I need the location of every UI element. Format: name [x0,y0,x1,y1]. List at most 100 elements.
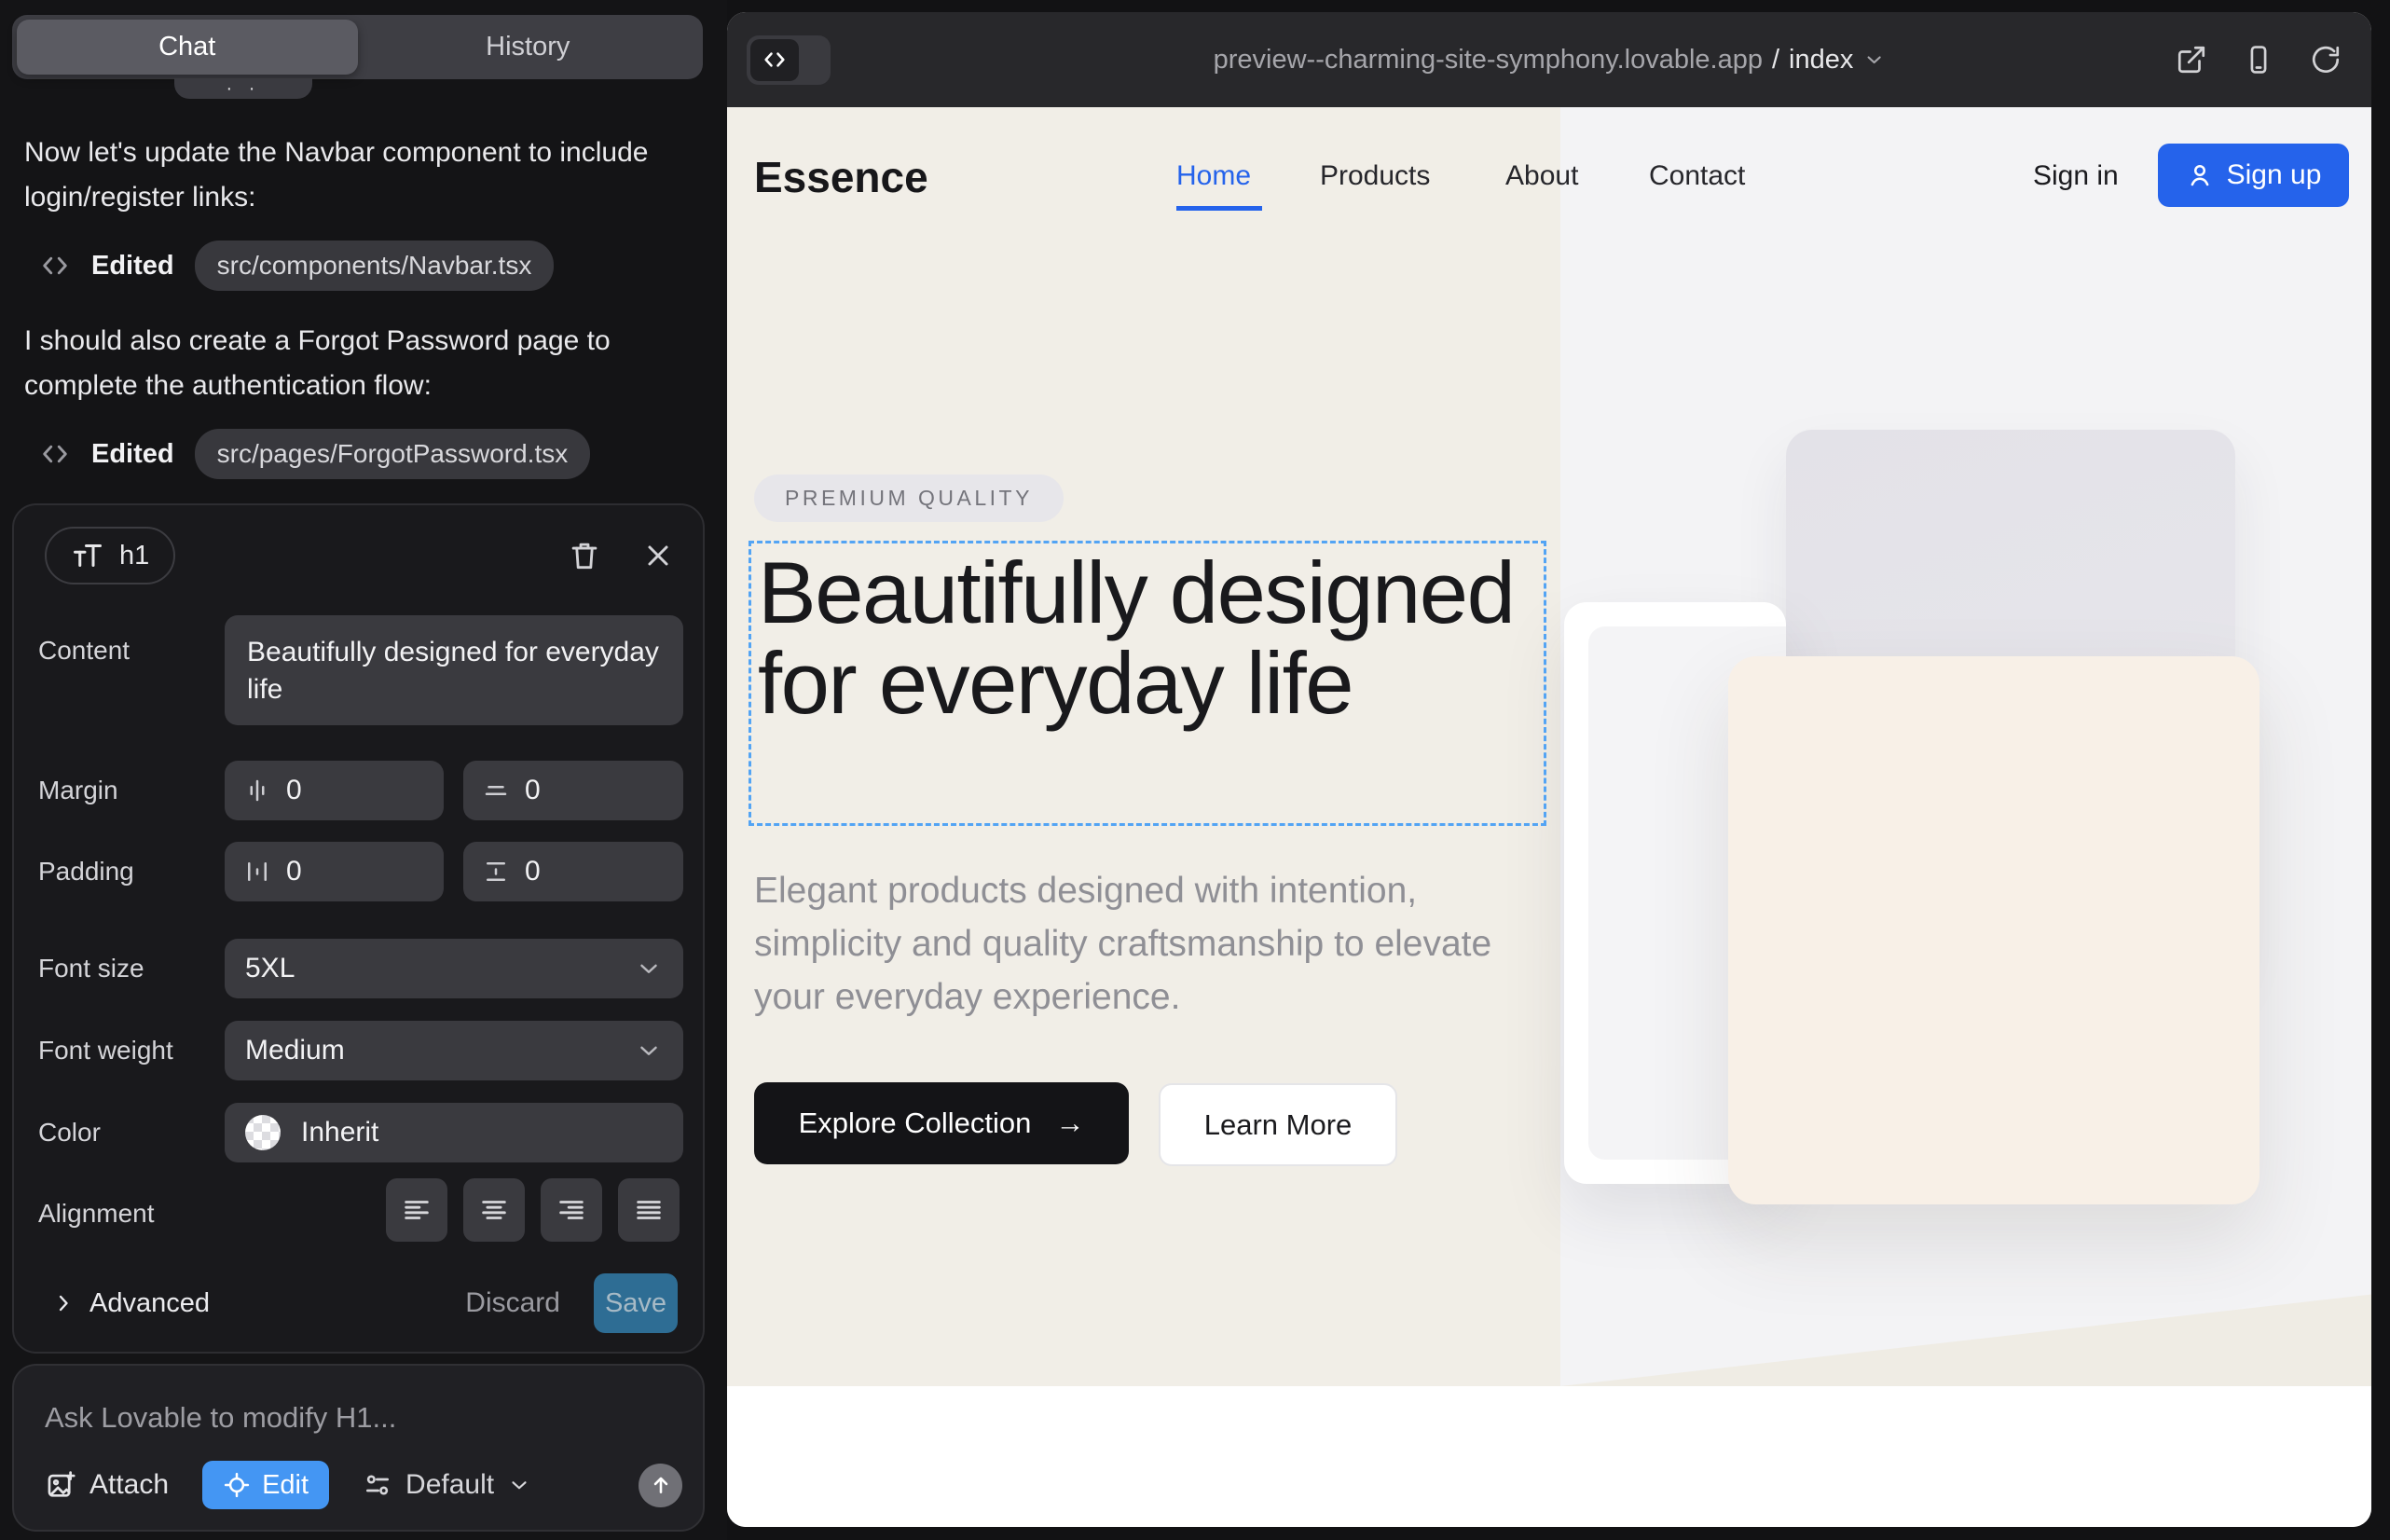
learn-more-button[interactable]: Learn More [1159,1083,1397,1166]
color-swatch [245,1115,281,1150]
edited-file-row: Edited src/components/Navbar.tsx [39,239,554,293]
discard-button[interactable]: Discard [465,1287,560,1319]
url-domain: preview--charming-site-symphony.lovable.… [1214,45,1763,76]
edited-file-badge[interactable]: src/pages/ForgotPassword.tsx [195,429,591,479]
assistant-message: Now let's update the Navbar component to… [24,131,651,220]
align-center-button[interactable] [463,1178,525,1242]
browser-actions [2176,44,2342,76]
attach-button[interactable]: Attach [45,1469,169,1501]
padding-label: Padding [38,857,134,887]
save-button[interactable]: Save [594,1273,678,1333]
chat-history-tabs: Chat History [12,15,703,79]
mobile-view-icon[interactable] [2243,44,2274,76]
default-mode-button[interactable]: Default [363,1469,531,1501]
hero-product-card-beige [1728,656,2260,1204]
sign-in-link[interactable]: Sign in [2033,160,2119,192]
edited-file-badge[interactable]: src/components/Navbar.tsx [195,241,555,291]
app-root: Chat History · · Now let's update the Na… [0,0,2390,1540]
arrow-up-icon [649,1473,673,1497]
composer-toolbar: Attach Edit Default [45,1459,682,1511]
premium-quality-badge: PREMIUM QUALITY [754,474,1064,522]
hero-decorative-wedge [1560,1286,2371,1386]
arrow-right-icon: → [1055,1107,1084,1140]
scrolled-chip-remnant: · · [174,78,312,99]
delete-element-button[interactable] [567,538,602,573]
lovable-sidebar: Chat History · · Now let's update the Na… [0,0,727,1540]
tab-chat[interactable]: Chat [17,20,358,75]
font-size-value: 5XL [245,953,295,984]
padding-horizontal-icon [243,858,271,886]
close-panel-icon[interactable] [641,539,675,572]
url-path: index [1789,45,1853,76]
margin-x-input[interactable]: 0 [225,761,444,820]
margin-label: Margin [38,776,118,805]
margin-x-value: 0 [286,775,302,806]
padding-x-value: 0 [286,856,302,887]
padding-x-input[interactable]: 0 [225,842,444,901]
margin-y-value: 0 [525,775,541,806]
color-value: Inherit [301,1117,378,1148]
selected-element-chip: h1 [45,527,175,584]
chevron-down-icon [635,955,663,983]
font-weight-value: Medium [245,1035,345,1066]
font-weight-select[interactable]: Medium [225,1021,683,1080]
font-size-select[interactable]: 5XL [225,939,683,998]
margin-y-input[interactable]: 0 [463,761,683,820]
nav-link-about[interactable]: About [1505,160,1578,192]
assistant-message: I should also create a Forgot Password p… [24,319,651,408]
preview-browser: preview--charming-site-symphony.lovable.… [727,12,2371,1527]
edit-mode-button[interactable]: Edit [202,1461,329,1509]
hero-heading[interactable]: Beautifully designed for everyday life [758,547,1532,728]
color-select[interactable]: Inherit [225,1103,683,1162]
advanced-toggle[interactable]: Advanced [50,1288,210,1319]
chat-composer: Attach Edit Default [12,1364,705,1532]
align-right-button[interactable] [541,1178,602,1242]
url-breadcrumb[interactable]: preview--charming-site-symphony.lovable.… [1214,45,1886,76]
image-plus-icon [45,1469,76,1501]
font-weight-label: Font weight [38,1036,173,1066]
edited-file-row: Edited src/pages/ForgotPassword.tsx [39,427,590,481]
padding-y-input[interactable]: 0 [463,842,683,901]
nav-link-home[interactable]: Home [1176,160,1251,192]
browser-toolbar: preview--charming-site-symphony.lovable.… [727,12,2371,107]
chat-input[interactable] [45,1392,660,1444]
margin-horizontal-icon [243,777,271,804]
text-size-icon [71,539,104,572]
edited-label: Edited [91,251,174,282]
padding-y-value: 0 [525,856,541,887]
hero-paragraph: Elegant products designed with intention… [754,864,1509,1024]
color-label: Color [38,1118,101,1148]
nav-link-products[interactable]: Products [1320,160,1430,192]
code-icon [750,39,799,81]
content-label: Content [38,636,130,666]
content-input[interactable]: Beautifully designed for everyday life [225,615,683,725]
sign-up-button[interactable]: Sign up [2158,144,2349,207]
element-editor-panel: h1 Content Beautifully designed for ever… [12,503,705,1354]
sign-up-label: Sign up [2227,159,2322,191]
nav-link-contact[interactable]: Contact [1649,160,1745,192]
ellipsis-dots: · · [227,78,261,100]
open-in-new-tab-icon[interactable] [2176,44,2207,76]
align-justify-button[interactable] [618,1178,680,1242]
code-icon [39,250,71,282]
active-nav-underline [1176,206,1262,211]
font-size-label: Font size [38,954,144,983]
explore-collection-button[interactable]: Explore Collection → [754,1082,1129,1164]
selected-element-tag: h1 [119,541,149,571]
padding-vertical-icon [482,858,510,886]
tab-history[interactable]: History [358,20,699,75]
target-icon [223,1471,251,1499]
editor-header: h1 [14,505,703,606]
alignment-label: Alignment [38,1199,155,1229]
send-button[interactable] [639,1464,682,1507]
chevron-right-icon [50,1290,76,1316]
align-left-button[interactable] [386,1178,447,1242]
url-separator: / [1772,45,1779,76]
default-label: Default [405,1469,494,1501]
refresh-icon[interactable] [2310,44,2342,76]
margin-vertical-icon [482,777,510,804]
edit-label: Edit [262,1470,309,1501]
code-preview-toggle[interactable] [747,35,831,85]
advanced-label: Advanced [89,1288,210,1319]
sliders-icon [363,1470,392,1500]
